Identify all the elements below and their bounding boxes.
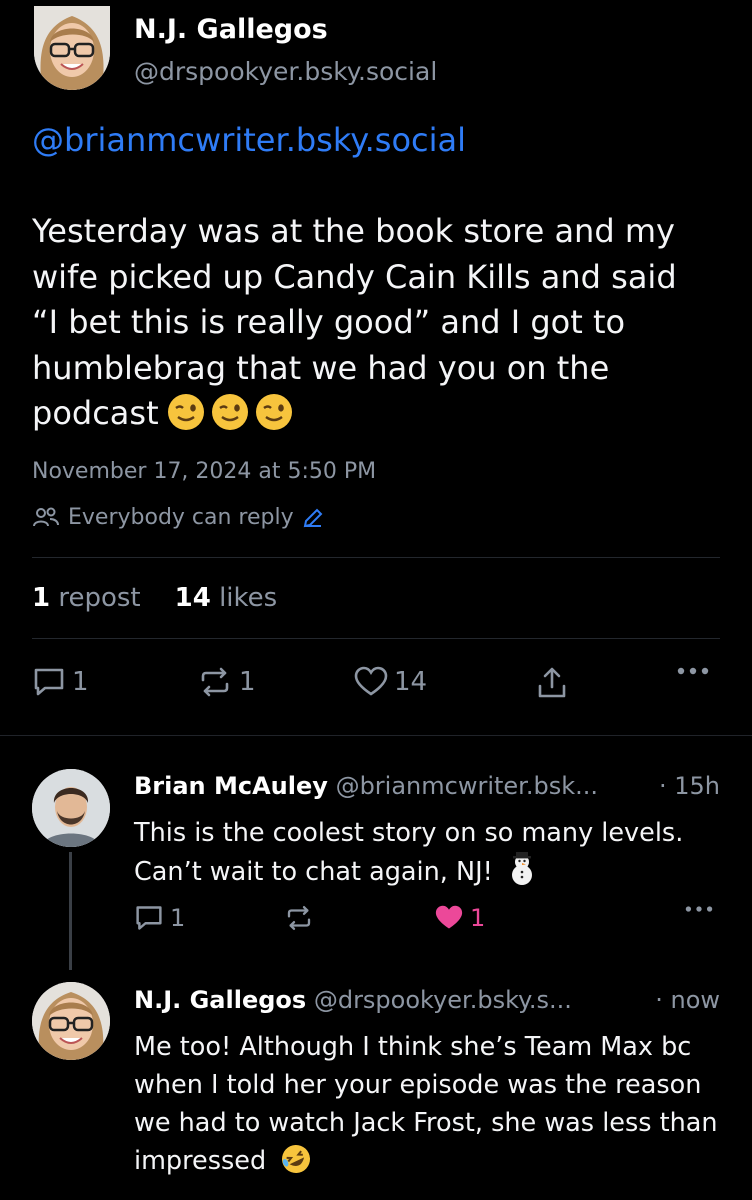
reply-header: N.J. Gallegos @drspookyer.bsky.s... (134, 986, 572, 1014)
reply-reply-button[interactable]: 1 (134, 904, 185, 932)
more-icon (685, 906, 713, 912)
reply-timestamp[interactable]: · 15h (659, 772, 720, 800)
author-avatar[interactable] (34, 6, 110, 90)
reply-text-container: This is the coolest story on so many lev… (134, 814, 724, 891)
snowman-icon (511, 852, 532, 885)
reply-permission-label: Everybody can reply (68, 505, 294, 530)
reply-actions: 1 1 (134, 904, 720, 938)
reply-author-avatar[interactable] (32, 769, 110, 847)
reply-author-handle[interactable]: @drspookyer.bsky.s... (314, 986, 572, 1014)
main-post: N.J. Gallegos @drspookyer.bsky.social @b… (0, 0, 752, 735)
reply-more-button[interactable] (684, 904, 714, 914)
reply-permission[interactable]: Everybody can reply (32, 505, 324, 530)
winking-face-icon (255, 394, 292, 430)
comment-icon (136, 906, 162, 930)
author-name[interactable]: N.J. Gallegos (134, 14, 328, 45)
post-body: @brianmcwriter.bsky.social Yesterday was… (32, 118, 712, 437)
winking-face-emojis (167, 393, 293, 431)
reply-button[interactable]: 1 (32, 666, 89, 698)
post-stats: 1 repost 14 likes (32, 583, 277, 613)
winking-face-icon (167, 394, 204, 430)
divider (32, 557, 720, 558)
author-handle[interactable]: @drspookyer.bsky.social (134, 57, 437, 86)
reply-text: Me too! Although I think she’s Team Max … (134, 1032, 718, 1176)
likes-stat[interactable]: 14 likes (175, 583, 278, 613)
winking-face-icon (211, 394, 248, 430)
repost-stat[interactable]: 1 repost (32, 583, 141, 613)
rolling-on-floor-laughing-icon (282, 1145, 311, 1173)
heart-filled-icon (435, 905, 463, 929)
share-icon (538, 667, 566, 698)
reply-text: This is the coolest story on so many lev… (134, 818, 684, 887)
share-button[interactable] (535, 666, 569, 700)
reply-header: Brian McAuley @brianmcwriter.bsk... (134, 772, 598, 800)
reply-author-avatar[interactable] (32, 982, 110, 1060)
post-actions: 1 1 14 (32, 666, 720, 706)
pencil-icon (303, 508, 323, 527)
like-button[interactable]: 14 (354, 666, 427, 698)
repost-icon (287, 906, 311, 930)
repost-icon (201, 667, 229, 697)
reply-like-button[interactable]: 1 (434, 904, 485, 932)
post-timestamp: November 17, 2024 at 5:50 PM (32, 459, 377, 484)
thread-line (69, 852, 72, 970)
repost-button[interactable]: 1 (197, 666, 256, 698)
reply-author-name[interactable]: Brian McAuley (134, 772, 328, 800)
section-divider (0, 735, 752, 736)
mention-link[interactable]: @brianmcwriter.bsky.social (32, 121, 466, 159)
reply-repost-button[interactable] (284, 904, 314, 932)
people-icon (33, 507, 59, 526)
reply-author-name[interactable]: N.J. Gallegos (134, 986, 306, 1014)
comment-icon (34, 668, 64, 696)
reply-author-handle[interactable]: @brianmcwriter.bsk... (336, 772, 598, 800)
more-icon (677, 667, 709, 675)
reply-timestamp[interactable]: · now (655, 986, 720, 1014)
post-text: Yesterday was at the book store and my w… (32, 212, 687, 432)
heart-icon (354, 666, 388, 696)
divider (32, 638, 720, 639)
more-options-button[interactable] (676, 666, 710, 676)
reply-text-container: Me too! Although I think she’s Team Max … (134, 1028, 724, 1180)
